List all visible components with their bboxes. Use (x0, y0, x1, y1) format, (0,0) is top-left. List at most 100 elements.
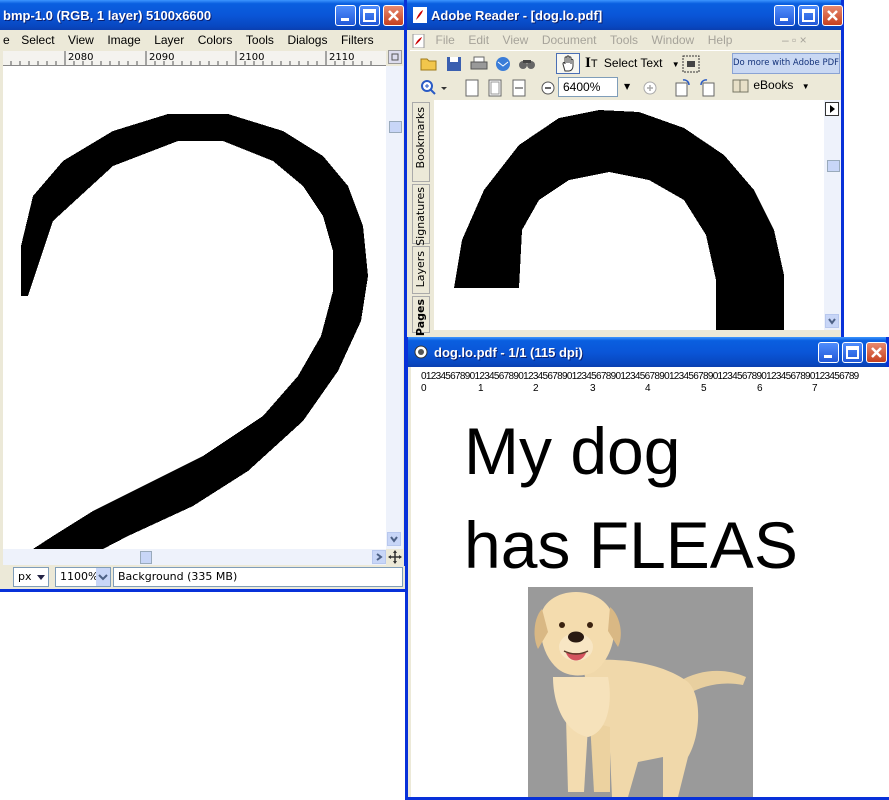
reader-zoom-field[interactable]: 6400% (558, 77, 618, 97)
viewer-title: dog.lo.pdf - 1/1 (115 dpi) (434, 345, 583, 360)
menu-edit-fragment[interactable]: e (3, 30, 10, 47)
do-more-button[interactable]: Do more with Adobe PDF (732, 53, 840, 74)
select-text-label: Select Text (603, 56, 663, 70)
chevron-down-icon[interactable]: ▼ (624, 82, 630, 91)
viewer-page[interactable]: 0123456789012345678901234567890123456789… (411, 367, 889, 797)
viewer-titlebar[interactable]: dog.lo.pdf - 1/1 (115 dpi) (408, 337, 887, 367)
ebooks-button[interactable]: eBooks ▼ (732, 78, 810, 98)
ruler-tens: 0 1 2 3 4 5 6 7 (421, 383, 889, 395)
menu-edit[interactable]: Edit (468, 30, 489, 47)
open-folder-icon[interactable] (420, 56, 438, 72)
minimize-button[interactable] (335, 5, 356, 26)
chevron-right-icon (376, 553, 383, 561)
unit-value: px (18, 570, 32, 583)
gimp-canvas[interactable] (3, 66, 386, 549)
rotate-left-icon[interactable] (675, 79, 691, 97)
menu-colors[interactable]: Colors (198, 30, 233, 47)
glyph-two-zoomed (454, 110, 784, 330)
zoom-select[interactable]: 1100% (55, 567, 111, 587)
scroll-right-button[interactable] (825, 102, 839, 116)
minimize-button[interactable] (818, 342, 839, 363)
gimp-vertical-scrollbar[interactable] (386, 66, 403, 549)
pan-button[interactable] (388, 550, 402, 564)
maximize-button[interactable] (798, 5, 819, 26)
menu-window[interactable]: Window (652, 30, 695, 47)
menu-select[interactable]: Select (21, 30, 54, 47)
maximize-icon (802, 9, 815, 22)
navigate-icon (391, 53, 399, 61)
reader-window: Adobe Reader - [dog.lo.pdf] File Edit Vi… (404, 0, 844, 342)
fit-page-icon[interactable] (488, 79, 502, 97)
menu-filters[interactable]: Filters (341, 30, 374, 47)
ruler-ten-2: 2 (533, 383, 539, 394)
scroll-down-button[interactable] (825, 314, 839, 328)
maximize-button[interactable] (842, 342, 863, 363)
ruler-ten-7: 7 (812, 383, 818, 394)
gimp-vscroll-thumb[interactable] (389, 121, 402, 133)
minimize-button[interactable] (774, 5, 795, 26)
chevron-down-icon (828, 318, 836, 325)
gimp-horizontal-scrollbar[interactable] (3, 549, 386, 565)
reader-titlebar[interactable]: Adobe Reader - [dog.lo.pdf] (407, 0, 843, 30)
ruler-label-2110: 2110 (329, 52, 355, 63)
menu-image[interactable]: Image (107, 30, 140, 47)
character-ruler: 0123456789012345678901234567890123456789… (421, 371, 859, 382)
hand-tool-button[interactable] (556, 53, 580, 74)
print-icon[interactable] (470, 56, 488, 72)
reader-document-view[interactable] (434, 100, 824, 330)
zoom-out-icon[interactable] (541, 81, 555, 95)
menu-help[interactable]: Help (708, 30, 733, 47)
search-icon[interactable] (518, 56, 536, 72)
gimp-menubar: e Select View Image Layer Colors Tools D… (3, 30, 404, 50)
unit-select[interactable]: px (13, 567, 49, 587)
menu-layer[interactable]: Layer (154, 30, 184, 47)
chevron-right-icon (830, 105, 835, 113)
rotate-right-icon[interactable] (699, 79, 715, 97)
actual-size-icon[interactable] (465, 79, 479, 97)
close-button[interactable] (866, 342, 887, 363)
navigate-button[interactable] (388, 50, 402, 64)
reader-vscroll-thumb[interactable] (827, 160, 840, 172)
reader-menubar: File Edit View Document Tools Window Hel… (410, 30, 841, 50)
gimp-titlebar[interactable]: bmp-1.0 (RGB, 1 layer) 5100x6600 (0, 0, 404, 30)
select-text-button[interactable]: IT Select Text ▼ (585, 55, 680, 73)
adobe-reader-icon (413, 7, 427, 23)
move-cross-icon (388, 550, 402, 564)
menu-document[interactable]: Document (542, 30, 597, 47)
maximize-button[interactable] (359, 5, 380, 26)
reader-zoom-value: 6400% (563, 80, 601, 94)
menu-file[interactable]: File (436, 30, 455, 47)
fit-width-icon[interactable] (512, 79, 526, 97)
close-icon (827, 10, 838, 21)
ruler-ten-1: 1 (478, 383, 484, 394)
minimize-icon (824, 355, 832, 358)
reader-vertical-scrollbar[interactable] (824, 100, 841, 330)
menu-dialogs[interactable]: Dialogs (287, 30, 327, 47)
tab-pages[interactable]: Pages (412, 296, 430, 336)
save-icon[interactable] (446, 56, 462, 72)
gimp-hscroll-thumb[interactable] (140, 551, 152, 564)
tab-signatures[interactable]: Signatures (412, 184, 430, 246)
layer-status: Background (335 MB) (113, 567, 403, 587)
tab-bookmarks[interactable]: Bookmarks (412, 102, 430, 182)
tab-layers[interactable]: Layers (412, 246, 430, 294)
text-select-icon: T (590, 58, 598, 70)
close-button[interactable] (383, 5, 404, 26)
scroll-right-button[interactable] (372, 550, 386, 564)
snapshot-icon[interactable] (682, 55, 700, 73)
zoom-dropdown-button[interactable] (96, 568, 110, 586)
menu-view[interactable]: View (503, 30, 529, 47)
zoom-plus-icon[interactable] (643, 81, 657, 95)
email-icon[interactable] (494, 56, 512, 72)
scroll-down-button[interactable] (387, 532, 401, 546)
chevron-down-icon: ▼ (801, 82, 810, 91)
zoom-in-icon[interactable] (420, 79, 448, 97)
close-button[interactable] (822, 5, 843, 26)
menu-tools[interactable]: Tools (610, 30, 638, 47)
menu-tools[interactable]: Tools (246, 30, 274, 47)
viewer-app-icon (414, 345, 428, 359)
tab-layers-label: Layers (414, 251, 427, 288)
menu-view[interactable]: View (68, 30, 94, 47)
mdi-controls: – ▫ × (782, 33, 807, 47)
maximize-icon (846, 346, 859, 359)
